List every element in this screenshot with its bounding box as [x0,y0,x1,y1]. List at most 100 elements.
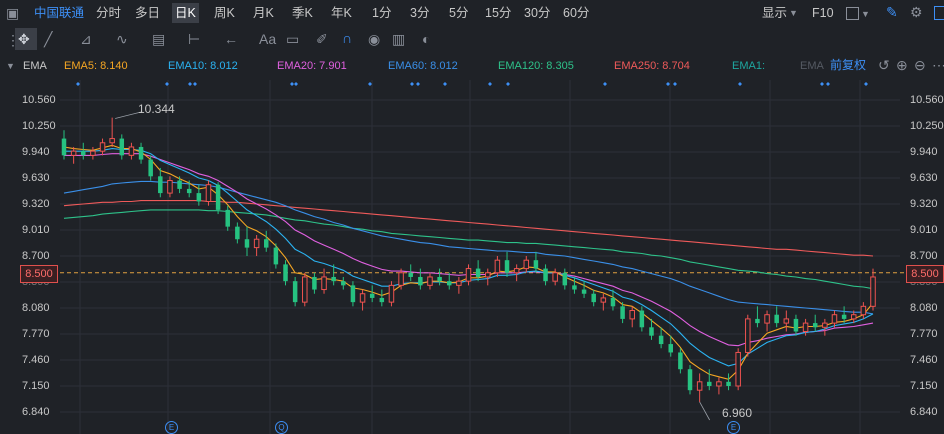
text-tool-icon[interactable]: Aa [259,31,276,47]
candle-body [215,184,221,210]
tab-period-6[interactable]: 年K [331,5,352,21]
candle-body [581,289,587,294]
checkbox-icon[interactable] [846,7,859,20]
eraser-icon[interactable]: ✐ [316,31,328,47]
candle-body [167,180,173,194]
comment-icon[interactable]: ▭ [286,31,299,47]
ema10-value: EMA10: 8.012 [168,60,238,72]
candle-body [177,180,182,189]
arrow-left-icon[interactable]: ← [224,31,238,47]
wave-tool-icon[interactable]: ∿ [116,31,128,47]
remove-icon[interactable]: ⊖ [914,57,926,73]
event-dot [666,82,670,86]
adjust-button[interactable]: 前复权 [830,58,866,72]
ema5-value: EMA5: 8.140 [64,60,128,72]
more-icon[interactable]: ⋯ [932,57,944,73]
tab-period-12[interactable]: 60分 [563,5,589,21]
add-icon[interactable]: ⊕ [896,57,908,73]
undo-icon[interactable]: ↺ [878,57,890,73]
event-dot [603,82,607,86]
fibonacci-tool-icon[interactable]: ▤ [152,31,165,47]
candle-body [359,293,366,303]
candle-body [302,276,308,303]
tab-period-8[interactable]: 3分 [410,5,429,21]
candle-body [783,318,790,324]
ema20-value: EMA20: 7.901 [277,60,347,72]
candle-body [639,310,645,328]
event-dot [416,82,420,86]
event-dot [506,82,510,86]
f10-button[interactable]: F10 [812,5,834,21]
chevron-down-icon[interactable]: ▼ [6,58,15,74]
candle-body [831,314,838,324]
ema60-value: EMA60: 8.012 [388,60,458,72]
tab-period-9[interactable]: 5分 [449,5,468,21]
event-marker[interactable]: Q [275,421,288,434]
event-dot [864,82,868,86]
candle-body [552,272,558,282]
candle-body [649,327,654,336]
chevron-down-icon[interactable]: ▼ [861,6,870,22]
current-price-tag-left: 8.500 [20,265,58,283]
panel-icon[interactable] [934,6,944,20]
ema120-value: EMA120: 8.305 [498,60,574,72]
candle-body [764,314,770,324]
tab-period-5[interactable]: 季K [292,5,313,21]
tab-period-1[interactable]: 多日 [135,5,160,21]
tab-period-3[interactable]: 周K [214,5,235,21]
ema-line-ema20 [64,153,874,347]
settings-icon[interactable]: ⚙ [910,4,923,20]
eye-icon[interactable]: ◉ [368,31,380,47]
candle-body [70,150,77,156]
tab-period-11[interactable]: 30分 [524,5,550,21]
ema-extra-value: EMA [800,60,824,72]
crosshair-icon[interactable]: ✥ [18,31,30,47]
candle-body [437,276,442,282]
candle-body [600,297,607,303]
candle-body [321,276,327,291]
event-marker[interactable]: E [165,421,178,434]
indicator-legend: ▼ EMA EMA5: 8.140 EMA10: 8.012 EMA20: 7.… [0,54,944,78]
event-dot [294,82,298,86]
line-tool-icon[interactable]: ╱ [44,31,52,47]
stock-name[interactable]: 中国联通 [34,5,84,21]
event-marker[interactable]: E [727,421,740,434]
period-toolbar: ▣ 中国联通 分时 多日 日K 周K 月K 季K 年K 1分 3分 5分 15分… [0,0,944,26]
kline-chart[interactable] [0,80,944,434]
low-pointer [699,401,710,421]
candle-body [158,176,163,194]
candle-body [350,285,356,303]
event-dot [188,82,192,86]
tab-period-2-active[interactable]: 日K [172,3,199,23]
candle-body [707,381,712,386]
candle-body [658,335,664,345]
tab-period-4[interactable]: 月K [253,5,274,21]
display-menu-label[interactable]: 显示 [762,5,787,21]
event-dot [820,82,824,86]
indicator-name[interactable]: EMA [23,59,47,73]
candle-body [273,247,279,265]
candle-body [850,314,857,320]
candle-body [81,151,86,156]
event-dot [368,82,372,86]
pen-icon[interactable]: ✎ [886,4,898,20]
toggle-icon[interactable]: ◐ [422,31,430,47]
candle-body [504,260,510,273]
tab-period-7[interactable]: 1分 [372,5,391,21]
candle-body [369,293,375,298]
candle-body [629,310,635,320]
event-dot [410,82,414,86]
trash-icon[interactable]: ▥ [392,31,405,47]
measure-tool-icon[interactable]: ⊢ [188,31,200,47]
magnet-icon[interactable]: ∩ [342,30,352,46]
tab-period-10[interactable]: 15分 [485,5,511,21]
candle-body [475,268,481,277]
channel-tool-icon[interactable]: ⊿ [80,31,92,47]
candle-body [485,272,491,278]
layout-toggle-icon[interactable]: ▣ [6,5,19,21]
candle-body [225,209,230,227]
tab-period-0[interactable]: 分时 [96,5,121,21]
chevron-down-icon[interactable]: ▼ [789,5,798,21]
candle-body [90,150,96,156]
candle-body [687,369,693,391]
